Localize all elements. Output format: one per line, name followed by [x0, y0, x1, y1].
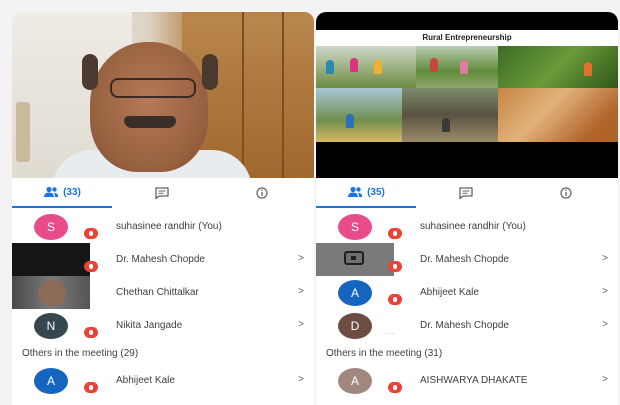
avatar — [38, 280, 66, 306]
avatar-initial: D — [350, 319, 360, 333]
avatar-initial: S — [46, 220, 55, 234]
participant-name: Abhijeet Kale — [420, 287, 479, 298]
chevron-right-icon[interactable]: > — [602, 253, 608, 264]
participant-row[interactable]: S suhasinee randhir (You) — [316, 210, 618, 243]
people-icon — [348, 186, 363, 197]
participant-name: Abhijeet Kale — [116, 375, 175, 386]
meeting-panel-right: Rural Entrepreneurship (35) S suhasinee … — [316, 12, 618, 405]
others-section-header: Others in the meeting (29) — [12, 342, 314, 364]
mic-off-icon — [388, 261, 402, 272]
present-screen-icon — [344, 251, 364, 265]
person-glasses — [110, 78, 196, 98]
tab-info[interactable] — [212, 178, 312, 208]
meeting-panel-left: (33) S suhasinee randhir (You) Dr. Mahes… — [12, 12, 314, 405]
mic-off-icon — [84, 327, 98, 338]
participant-row[interactable]: Dr. Mahesh Chopde > — [316, 243, 618, 276]
participant-row[interactable]: D ... Dr. Mahesh Chopde > — [316, 309, 618, 342]
info-icon — [256, 187, 268, 199]
presentation-feed: Rural Entrepreneurship — [316, 12, 618, 178]
mic-off-icon — [388, 382, 402, 393]
people-count: (35) — [367, 186, 385, 198]
participant-list: S suhasinee randhir (You) Dr. Mahesh Cho… — [12, 210, 314, 397]
participant-name: Dr. Mahesh Chopde — [420, 320, 509, 331]
person-face — [90, 42, 208, 172]
avatar-initial: A — [350, 374, 359, 388]
tab-info[interactable] — [516, 178, 616, 208]
slide-photo — [416, 46, 498, 88]
mic-off-icon — [388, 228, 402, 239]
tab-chat[interactable] — [112, 178, 212, 208]
slide-photo — [498, 46, 618, 88]
person-moustache — [124, 116, 176, 128]
avatar: A — [338, 368, 372, 394]
avatar: S — [338, 214, 372, 240]
presentation-slide: Rural Entrepreneurship — [316, 30, 618, 142]
chat-icon — [155, 187, 169, 199]
chevron-right-icon[interactable]: > — [298, 319, 304, 330]
participant-name: Nikita Jangade — [116, 320, 183, 331]
panel-tabs: (33) — [12, 178, 314, 208]
mic-off-icon — [84, 261, 98, 272]
chevron-right-icon[interactable]: > — [602, 319, 608, 330]
info-icon — [560, 187, 572, 199]
participant-name: suhasinee randhir (You) — [116, 221, 222, 232]
avatar: N — [34, 313, 68, 339]
participant-row[interactable]: A AISHWARYA DHAKATE > — [316, 364, 618, 397]
avatar-initial: N — [46, 319, 56, 333]
participant-row[interactable]: A Abhijeet Kale > — [12, 364, 314, 397]
participant-name: Chethan Chittalkar — [116, 287, 199, 298]
participant-name: Dr. Mahesh Chopde — [116, 254, 205, 265]
panel-tabs: (35) — [316, 178, 618, 208]
participant-name: AISHWARYA DHAKATE — [420, 375, 528, 386]
camera-video-feed — [12, 12, 314, 178]
slide-photo — [498, 88, 618, 142]
participant-row[interactable]: S suhasinee randhir (You) — [12, 210, 314, 243]
people-icon — [44, 186, 59, 197]
chevron-right-icon[interactable]: > — [602, 286, 608, 297]
person-hair-right — [202, 54, 218, 90]
speaking-indicator: ... — [82, 296, 91, 303]
slide-title: Rural Entrepreneurship — [422, 33, 512, 42]
slide-photo — [402, 88, 498, 142]
tab-people[interactable]: (33) — [12, 178, 112, 208]
participant-row[interactable]: ... Chethan Chittalkar > — [12, 276, 314, 309]
speaking-indicator: ... — [386, 329, 395, 336]
avatar-initial: S — [350, 220, 359, 234]
participant-row[interactable]: A Abhijeet Kale > — [316, 276, 618, 309]
participant-row[interactable]: Dr. Mahesh Chopde > — [12, 243, 314, 276]
mic-off-icon — [388, 294, 402, 305]
chevron-right-icon[interactable]: > — [298, 374, 304, 385]
mic-off-icon — [84, 382, 98, 393]
participant-name: Dr. Mahesh Chopde — [420, 254, 509, 265]
avatar-initial: A — [46, 374, 55, 388]
chevron-right-icon[interactable]: > — [298, 253, 304, 264]
mic-off-icon — [84, 228, 98, 239]
avatar: S — [34, 214, 68, 240]
slide-photo — [316, 88, 402, 142]
avatar: A — [34, 368, 68, 394]
participant-row[interactable]: N Nikita Jangade > — [12, 309, 314, 342]
others-label: Others in the meeting (29) — [22, 348, 139, 359]
participant-name: suhasinee randhir (You) — [420, 221, 526, 232]
chat-icon — [459, 187, 473, 199]
tab-people[interactable]: (35) — [316, 178, 416, 208]
people-count: (33) — [63, 186, 81, 198]
others-section-header: Others in the meeting (31) — [316, 342, 618, 364]
tab-chat[interactable] — [416, 178, 516, 208]
chevron-right-icon[interactable]: > — [298, 286, 304, 297]
participant-list: S suhasinee randhir (You) Dr. Mahesh Cho… — [316, 210, 618, 397]
avatar-initial: A — [350, 286, 359, 300]
video-thumbnail — [12, 243, 90, 276]
chevron-right-icon[interactable]: > — [602, 374, 608, 385]
others-label: Others in the meeting (31) — [326, 348, 443, 359]
person-hair-left — [82, 54, 98, 90]
avatar: D — [338, 313, 372, 339]
background-hanging-item — [16, 102, 30, 162]
avatar: A — [338, 280, 372, 306]
slide-photo — [316, 46, 416, 88]
